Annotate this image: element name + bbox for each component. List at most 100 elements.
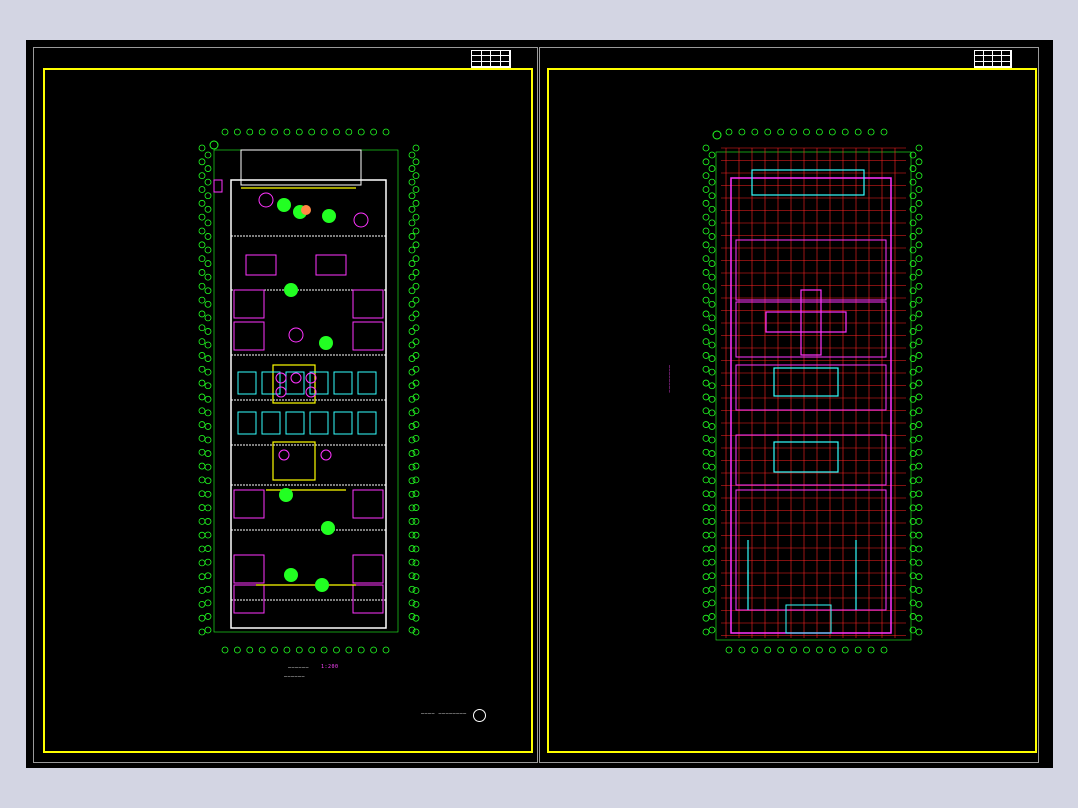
axis-bubble-icon bbox=[828, 646, 836, 654]
axis-bubble-icon bbox=[880, 128, 888, 136]
axis-bubble-icon bbox=[915, 407, 923, 415]
axis-bubble-icon bbox=[777, 128, 785, 136]
axis-bubble-icon bbox=[708, 450, 716, 457]
ridge-block bbox=[773, 441, 839, 473]
axis-bubble-icon bbox=[915, 517, 923, 525]
axis-bubble-icon bbox=[708, 219, 716, 227]
axis-bubble-icon bbox=[702, 379, 710, 387]
axis-bubble-icon bbox=[708, 490, 716, 498]
axis-bubble-icon bbox=[708, 518, 716, 525]
axis-bubble-icon bbox=[702, 186, 710, 193]
plan-scale-left: 1:200 bbox=[321, 664, 339, 670]
axis-bubble-icon bbox=[702, 269, 710, 276]
roof-outline bbox=[730, 177, 892, 634]
axis-bubble-icon bbox=[790, 128, 797, 136]
axis-bubble-icon bbox=[915, 158, 923, 166]
axis-bubble-icon bbox=[702, 531, 710, 539]
axis-bubble-icon bbox=[915, 324, 923, 332]
axis-bubble-icon bbox=[915, 186, 923, 193]
axis-bubble-icon bbox=[915, 199, 923, 207]
axis-bubble-icon bbox=[915, 365, 923, 373]
axis-bubble-icon bbox=[708, 341, 716, 349]
axis-bubble-icon bbox=[702, 545, 710, 553]
axis-bubble-icon bbox=[702, 241, 710, 249]
axis-bubble-icon bbox=[803, 646, 810, 654]
axis-bubble-icon bbox=[708, 300, 716, 308]
axis-bubble-icon bbox=[708, 192, 716, 200]
axis-bubble-icon bbox=[708, 165, 716, 172]
ridge-block bbox=[751, 169, 865, 196]
axis-bubble-icon bbox=[915, 531, 923, 539]
axis-bubble-icon bbox=[915, 490, 923, 498]
axis-bubble-icon bbox=[915, 227, 923, 235]
axis-bubble-icon bbox=[702, 324, 710, 332]
axis-bubble-icon bbox=[880, 646, 888, 654]
vertical-note-right: ———————— bbox=[666, 365, 672, 394]
axis-bubble-icon bbox=[816, 646, 823, 654]
axis-bubble-icon bbox=[708, 626, 716, 634]
axis-bubble-icon bbox=[702, 199, 710, 207]
axis-bubble-icon bbox=[702, 282, 710, 290]
axis-bubble-icon bbox=[915, 545, 923, 553]
axis-bubble-icon bbox=[841, 128, 849, 136]
axis-bubble-icon bbox=[708, 314, 716, 322]
axis-bubble-icon bbox=[702, 587, 710, 594]
axis-bubble-icon bbox=[841, 646, 849, 654]
plan-subtitle-left: —————— bbox=[284, 674, 306, 680]
axis-bubble-icon bbox=[708, 613, 716, 620]
axis-bubble-icon bbox=[915, 614, 923, 622]
axis-bubble-icon bbox=[751, 646, 759, 654]
north-arrow-icon bbox=[473, 709, 486, 722]
axis-bubble-icon bbox=[915, 600, 923, 608]
axis-bubble-icon bbox=[764, 128, 772, 136]
axis-bubble-icon bbox=[867, 128, 875, 136]
axis-bubble-icon bbox=[915, 462, 923, 470]
roof-section bbox=[735, 364, 887, 411]
axis-bubble-icon bbox=[725, 128, 733, 136]
axis-bubble-icon bbox=[708, 246, 716, 254]
axis-bubble-icon bbox=[915, 379, 923, 387]
axis-bubble-icon bbox=[915, 255, 923, 263]
axis-bubble-icon bbox=[708, 572, 716, 580]
axis-bubble-icon bbox=[915, 421, 923, 428]
axis-bubble-icon bbox=[915, 269, 923, 276]
axis-bubble-icon bbox=[828, 128, 836, 136]
plan-note-left: ———— ———————— bbox=[421, 711, 467, 717]
axis-bubble-icon bbox=[854, 128, 862, 136]
axis-bubble-icon bbox=[708, 205, 716, 213]
axis-bubble-icon bbox=[915, 296, 923, 304]
axis-bubble-icon bbox=[702, 172, 710, 180]
axis-bubble-icon bbox=[915, 587, 923, 594]
axis-bubble-icon bbox=[702, 614, 710, 622]
axis-bubble-icon bbox=[702, 213, 710, 221]
axis-bubble-icon bbox=[712, 130, 722, 140]
axis-bubble-icon bbox=[702, 517, 710, 525]
axis-bubble-icon bbox=[708, 599, 716, 607]
axis-bubble-icon bbox=[708, 463, 716, 471]
axis-bubble-icon bbox=[708, 504, 716, 512]
axis-bubble-icon bbox=[708, 423, 716, 430]
axis-bubble-icon bbox=[777, 646, 785, 654]
axis-bubble-icon bbox=[708, 436, 716, 444]
axis-bubble-icon bbox=[790, 646, 797, 654]
axis-bubble-icon bbox=[708, 151, 716, 159]
axis-bubble-icon bbox=[708, 368, 716, 376]
axis-bubble-icon bbox=[915, 213, 923, 221]
axis-bubble-icon bbox=[702, 434, 710, 442]
axis-bubble-icon bbox=[708, 178, 716, 186]
axis-bubble-icon bbox=[738, 646, 746, 654]
axis-bubble-icon bbox=[708, 355, 716, 362]
axis-bubble-icon bbox=[702, 573, 710, 581]
cad-drawing-viewport[interactable]: —————— 1:200 —————— ———— ———————— ——————… bbox=[26, 40, 1053, 768]
axis-bubble-icon bbox=[915, 504, 923, 511]
axis-bubble-icon bbox=[915, 310, 923, 318]
axis-bubble-icon bbox=[702, 504, 710, 511]
axis-bubble-icon bbox=[702, 628, 710, 636]
axis-bubble-icon bbox=[915, 573, 923, 581]
axis-bubble-icon bbox=[702, 393, 710, 401]
ridge-block bbox=[773, 367, 839, 397]
axis-bubble-icon bbox=[708, 328, 716, 335]
axis-bubble-icon bbox=[854, 646, 862, 654]
axis-bubble-icon bbox=[708, 260, 716, 267]
axis-bubble-icon bbox=[708, 558, 716, 566]
